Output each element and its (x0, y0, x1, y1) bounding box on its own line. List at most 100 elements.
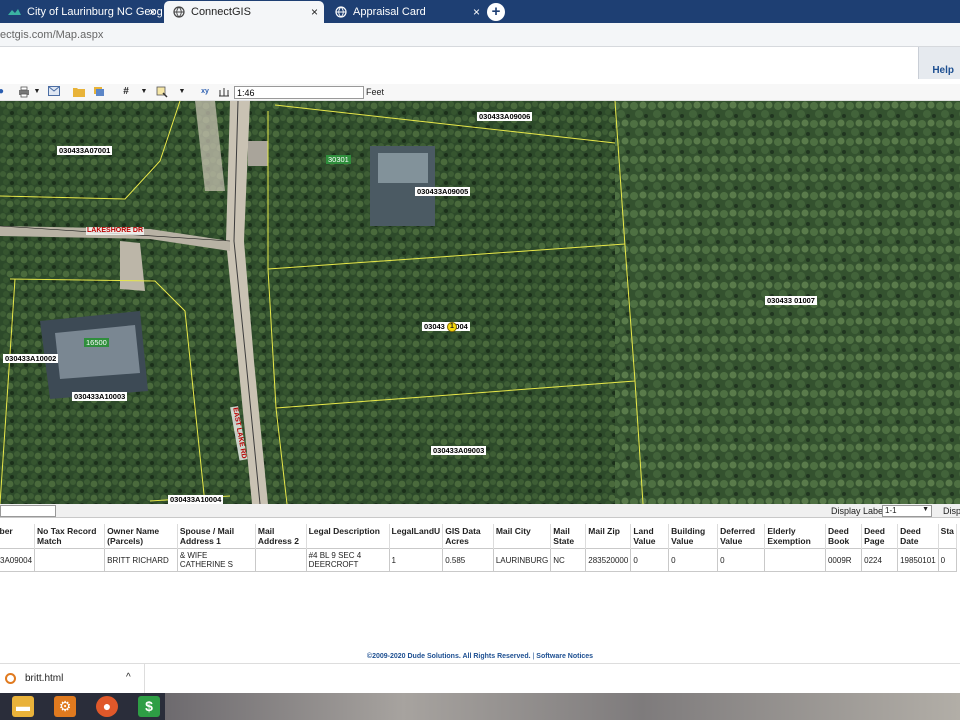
parcel-label[interactable]: 030433A09003 (431, 446, 487, 455)
column-header[interactable]: GIS Data Acres (442, 524, 494, 549)
table-cell (34, 548, 106, 572)
column-header[interactable]: Deed Date (897, 524, 939, 549)
column-header[interactable]: No Tax Record Match (34, 524, 106, 549)
address-bar[interactable]: ectgis.com/Map.aspx (0, 23, 960, 47)
table-cell: 0 (668, 548, 719, 572)
table-row[interactable]: 3A09004 BRITT RICHARD & WIFE CATHERINE S… (0, 548, 958, 572)
table-cell: 0 (937, 548, 958, 572)
grid-dropdown-icon[interactable]: ▼ (138, 86, 150, 98)
map-pin-marker[interactable]: 1 (447, 322, 457, 332)
zoom-dropdown-icon[interactable]: ▼ (176, 86, 188, 98)
results-table-container: ber No Tax Record Match Owner Name (Parc… (0, 524, 960, 574)
help-link[interactable]: Help (932, 65, 954, 76)
column-header[interactable]: Deferred Value (717, 524, 766, 549)
os-taskbar: ▬ ⚙ ● $ (0, 693, 960, 720)
parcel-label[interactable]: 030433A09006 (477, 112, 533, 121)
scale-unit-label: Feet (366, 87, 385, 97)
table-cell: 283520000 (585, 548, 632, 572)
settings-gear-icon[interactable]: ⚙ (54, 696, 76, 717)
map-toolbar: ● ▼ # ▼ ▼ xy Feet (0, 84, 960, 101)
dollar-app-icon[interactable]: $ (138, 696, 160, 717)
new-tab-button[interactable]: + (487, 3, 505, 21)
firefox-icon[interactable]: ● (96, 696, 118, 717)
table-cell: NC (550, 548, 587, 572)
globe-tool-icon[interactable]: ● (0, 86, 7, 98)
parcel-label[interactable]: 030433A10003 (72, 392, 128, 401)
xy-coordinates-icon[interactable]: xy (199, 86, 211, 98)
results-table: ber No Tax Record Match Owner Name (Parc… (0, 524, 958, 572)
tab-label: Appraisal Card (353, 6, 426, 18)
table-cell (254, 548, 307, 572)
globe-icon (172, 6, 185, 19)
table-cell: BRITT RICHARD (104, 548, 178, 572)
parcel-label[interactable]: 030433 01007 (765, 296, 817, 305)
tab-label: ConnectGIS (191, 6, 251, 18)
grid-tool-icon[interactable]: # (120, 86, 132, 98)
footer-separator: | (532, 653, 535, 660)
column-header[interactable]: Building Value (668, 524, 719, 549)
page-footer: ©2009-2020 Dude Solutions. All Rights Re… (0, 653, 960, 660)
map-status-bar: Display Labels 1-1 ▼ Disp (0, 504, 960, 518)
chevron-down-icon: ▼ (922, 506, 929, 513)
parcel-label[interactable]: 030433A09005 (415, 187, 471, 196)
column-header[interactable]: Mail City (493, 524, 552, 549)
desktop-wallpaper-strip (165, 693, 960, 720)
layer-select[interactable] (0, 505, 56, 517)
file-explorer-icon[interactable]: ▬ (12, 696, 34, 717)
table-cell: & WIFE CATHERINE S (176, 548, 256, 572)
layers-icon[interactable] (93, 86, 105, 98)
tab-city-of-laurinburg[interactable]: City of Laurinburg NC Geographi × (0, 1, 162, 23)
column-header[interactable]: Mail State (550, 524, 587, 549)
download-item[interactable]: britt.html ^ (0, 664, 145, 694)
table-cell: 0 (630, 548, 670, 572)
print-dropdown-icon[interactable]: ▼ (31, 86, 43, 98)
address-label: 30301 (326, 155, 351, 164)
column-header[interactable]: Owner Name (Parcels) (104, 524, 178, 549)
column-header[interactable]: Land Value (630, 524, 670, 549)
close-tab-icon[interactable]: × (311, 5, 318, 19)
tab-appraisal-card[interactable]: Appraisal Card × (326, 1, 486, 23)
download-filename[interactable]: britt.html (25, 673, 63, 684)
column-header[interactable]: Mail Address 2 (255, 524, 307, 549)
column-header[interactable]: Legal Description (306, 524, 390, 549)
print-icon[interactable] (18, 86, 30, 98)
column-header[interactable]: Deed Book (825, 524, 863, 549)
table-cell: #4 BL 9 SEC 4 DEERCROFT (305, 548, 390, 572)
parcel-label[interactable]: 030433A10004 (168, 495, 224, 504)
column-header[interactable]: Elderly Exemption (764, 524, 826, 549)
software-notices-link[interactable]: Software Notices (536, 653, 593, 660)
display-label-truncated: Disp (943, 506, 960, 516)
chevron-up-icon[interactable]: ^ (126, 672, 131, 683)
globe-icon (334, 6, 347, 19)
column-header[interactable]: Deed Page (861, 524, 899, 549)
table-cell: 0009R (824, 548, 863, 572)
table-cell: LAURINBURG (492, 548, 552, 572)
email-icon[interactable] (48, 86, 60, 98)
close-tab-icon[interactable]: × (473, 5, 480, 19)
table-cell: 1 (388, 548, 444, 572)
table-cell: 3A09004 (0, 548, 36, 572)
table-cell: 0.585 (442, 548, 494, 572)
column-header[interactable]: ber (0, 524, 36, 549)
url-text[interactable]: ectgis.com/Map.aspx (0, 29, 103, 41)
close-tab-icon[interactable]: × (149, 5, 156, 19)
copyright-text: ©2009-2020 Dude Solutions. All Rights Re… (366, 653, 531, 660)
map-site-icon (8, 6, 21, 19)
display-labels-select[interactable]: 1-1 ▼ (882, 505, 932, 517)
street-label: LAKESHORE DR (86, 227, 145, 235)
column-header[interactable]: Sta (938, 524, 958, 549)
column-header[interactable]: Spouse / Mail Address 1 (177, 524, 256, 549)
download-shelf: britt.html ^ (0, 663, 960, 694)
aerial-map[interactable]: 030433A09006 030433A07001 030433A09005 0… (0, 101, 960, 504)
parcel-label[interactable]: 030433A07001 (57, 146, 113, 155)
folder-icon[interactable] (73, 86, 85, 98)
scale-input[interactable] (234, 86, 364, 99)
column-header[interactable]: LegalLandU (389, 524, 444, 549)
parcel-label[interactable]: 030433A10002 (3, 354, 59, 363)
address-label: 16500 (84, 338, 109, 347)
column-header[interactable]: Mail Zip (585, 524, 632, 549)
zoom-select-icon[interactable] (156, 86, 168, 98)
tab-connectgis[interactable]: ConnectGIS × (164, 1, 324, 23)
parcel-label-selected[interactable]: 03043 09004 (422, 322, 470, 331)
table-cell: 19850101 (897, 548, 939, 572)
